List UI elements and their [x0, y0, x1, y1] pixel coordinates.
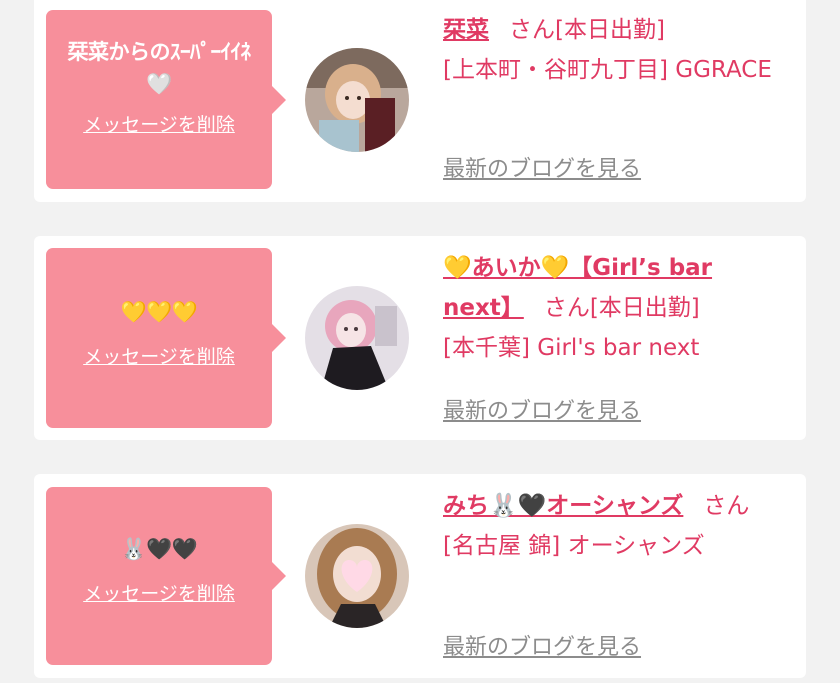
message-card: 🐰🖤🖤 メッセージを削除 みち🐰🖤オーシャンズ さん [名古屋 錦] オーシャンズ…	[34, 474, 806, 678]
message-bubble: 栞菜からのｽｰﾊﾟｰｲｲﾈ🤍 メッセージを削除	[46, 10, 286, 189]
attendance-status: [本日出勤]	[555, 17, 665, 43]
girl-photo-heart-mask-icon	[305, 524, 409, 628]
shop-location: [名古屋 錦] オーシャンズ	[443, 533, 705, 559]
delete-message-link[interactable]: メッセージを削除	[83, 110, 235, 137]
latest-blog-link[interactable]: 最新のブログを見る	[443, 151, 641, 183]
latest-blog-link[interactable]: 最新のブログを見る	[443, 393, 641, 425]
girl-photo-icon	[305, 48, 409, 152]
message-text: 🐰🖤🖤	[120, 537, 198, 561]
message-text: 栞菜からのｽｰﾊﾟｰｲｲﾈ🤍	[67, 40, 252, 96]
shop-location: [本千葉] Girl's bar next	[443, 335, 700, 361]
cast-name-link[interactable]: みち🐰🖤オーシャンズ	[443, 493, 683, 519]
shop-location: [上本町・谷町九丁目] GGRACE	[443, 57, 772, 83]
latest-blog-link[interactable]: 最新のブログを見る	[443, 629, 641, 661]
honorific: さん	[509, 17, 555, 43]
cast-name-link[interactable]: 栞菜	[443, 17, 489, 43]
honorific: さん	[703, 493, 750, 519]
delete-message-link[interactable]: メッセージを削除	[83, 579, 235, 606]
message-bubble: 💛💛💛 メッセージを削除	[46, 248, 286, 428]
avatar[interactable]	[305, 524, 409, 628]
profile-info: みち🐰🖤オーシャンズ さん [名古屋 錦] オーシャンズ	[443, 486, 788, 566]
profile-info: 栞菜 さん[本日出勤] [上本町・谷町九丁目] GGRACE	[443, 10, 788, 90]
avatar[interactable]	[305, 48, 409, 152]
attendance-status: [本日出勤]	[589, 295, 700, 321]
message-text: 💛💛💛	[120, 300, 198, 324]
message-bubble: 🐰🖤🖤 メッセージを削除	[46, 487, 286, 665]
message-list: 栞菜からのｽｰﾊﾟｰｲｲﾈ🤍 メッセージを削除 栞菜 さん[本日出勤] [上本町・…	[0, 0, 840, 683]
message-card: 💛💛💛 メッセージを削除 💛あいか💛【Girl’s bar next】 さん[本日…	[34, 236, 806, 440]
girl-photo-icon	[305, 286, 409, 390]
profile-info: 💛あいか💛【Girl’s bar next】 さん[本日出勤] [本千葉] Gir…	[443, 248, 788, 368]
avatar[interactable]	[305, 286, 409, 390]
honorific: さん	[543, 295, 590, 321]
message-card: 栞菜からのｽｰﾊﾟｰｲｲﾈ🤍 メッセージを削除 栞菜 さん[本日出勤] [上本町・…	[34, 0, 806, 202]
delete-message-link[interactable]: メッセージを削除	[83, 342, 235, 369]
